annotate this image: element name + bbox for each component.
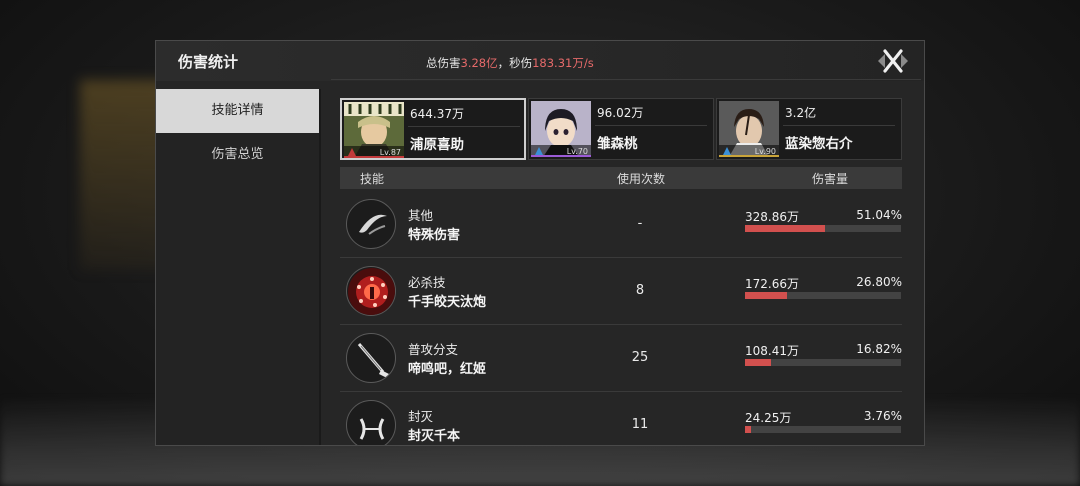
panel-header: 伤害统计 总伤害3.28亿，秒伤183.31万/s [156,41,924,81]
use-count: 25 [631,350,649,365]
damage-percent: 26.80% [856,275,902,289]
summary-dps-value: 183.31万/s [532,56,594,70]
character-level: Lv.87 [379,148,401,157]
character-name: 雏森桃 [597,136,638,152]
use-count: - [637,216,643,231]
column-header-skill: 技能 [360,172,385,186]
slash-icon [346,199,396,249]
summary-total-value: 3.28亿 [460,56,498,70]
damage-bar [745,292,901,299]
damage-bar-fill [745,225,825,232]
panel-title: 伤害统计 [178,53,239,71]
skill-name: 封灭千本 [408,429,461,444]
character-card-urahara[interactable]: Lv.87 644.37万 浦原喜助 [340,98,526,160]
damage-bar-fill [745,359,772,366]
table-row: 必杀技 千手皎天汰炮 8 172.66万 26.80% [340,258,902,325]
character-damage: 644.37万 [410,107,464,121]
character-level: Lv.90 [754,147,776,156]
sidebar: 技能详情 伤害总览 [156,89,319,445]
header-divider [331,79,921,80]
damage-value: 328.86万 [745,210,799,224]
character-damage: 3.2亿 [785,106,817,120]
skill-type: 普攻分支 [408,342,459,357]
sidebar-divider [319,89,321,445]
damage-bar [745,359,901,366]
cane-sword-icon [346,333,396,383]
skill-type: 必杀技 [408,275,446,290]
column-header-damage: 伤害量 [812,172,849,186]
skill-name: 啼鸣吧，红姬 [408,362,487,377]
character-card-hinamori[interactable]: Lv.70 96.02万 雏森桃 [528,98,714,160]
damage-stats-panel: 伤害统计 总伤害3.28亿，秒伤183.31万/s 技能详情 伤害总览 Lv.8… [155,40,925,446]
damage-bar-fill [745,292,787,299]
swirl-icon [346,400,396,445]
use-count: 11 [631,417,649,432]
character-name: 浦原喜助 [410,137,464,153]
damage-percent: 3.76% [863,409,902,423]
card-divider [783,125,895,126]
skill-type: 其他 [408,208,434,223]
character-portrait: Lv.90 [719,101,779,157]
character-card-aizen[interactable]: Lv.90 3.2亿 蓝染惣右介 [716,98,902,160]
close-icon [878,49,908,73]
damage-bar [745,426,901,433]
character-damage: 96.02万 [597,106,644,120]
table-row: 封灭 封灭千本 11 24.25万 3.76% [340,392,902,445]
element-icon [723,147,731,155]
damage-percent: 16.82% [856,342,902,356]
element-icon [535,147,543,155]
card-divider [408,126,520,127]
character-name: 蓝染惣右介 [785,136,853,152]
damage-bar [745,225,901,232]
damage-value: 24.25万 [745,411,792,425]
table-row: 普攻分支 啼鸣吧，红姬 25 108.41万 16.82% [340,325,902,392]
summary-total-label: 总伤害 [426,56,461,70]
card-divider [595,125,707,126]
skill-name: 千手皎天汰炮 [408,295,487,310]
element-icon [348,148,356,156]
damage-value: 172.66万 [745,277,799,291]
tab-damage-overview[interactable]: 伤害总览 [156,133,319,177]
skill-table: 其他 特殊伤害 - 328.86万 51.04% 必杀技 千手皎天汰炮 8 17… [340,191,902,445]
skill-type: 封灭 [408,409,434,424]
table-header: 技能 使用次数 伤害量 [340,167,902,189]
character-level: Lv.70 [566,147,588,156]
damage-percent: 51.04% [856,208,902,222]
close-button[interactable] [876,46,910,76]
use-count: 8 [635,283,645,298]
damage-summary: 总伤害3.28亿，秒伤183.31万/s [426,55,594,71]
table-row: 其他 特殊伤害 - 328.86万 51.04% [340,191,902,258]
tab-skill-details[interactable]: 技能详情 [156,89,319,133]
skill-name: 特殊伤害 [408,228,461,243]
red-burst-icon [346,266,396,316]
character-list: Lv.87 644.37万 浦原喜助 Lv.70 96.02万 雏森桃 Lv.9… [340,98,902,160]
column-header-uses: 使用次数 [617,172,666,186]
damage-value: 108.41万 [745,344,799,358]
summary-separator: ，秒伤 [497,56,533,70]
character-portrait: Lv.87 [344,102,404,158]
character-portrait: Lv.70 [531,101,591,157]
damage-bar-fill [745,426,751,433]
